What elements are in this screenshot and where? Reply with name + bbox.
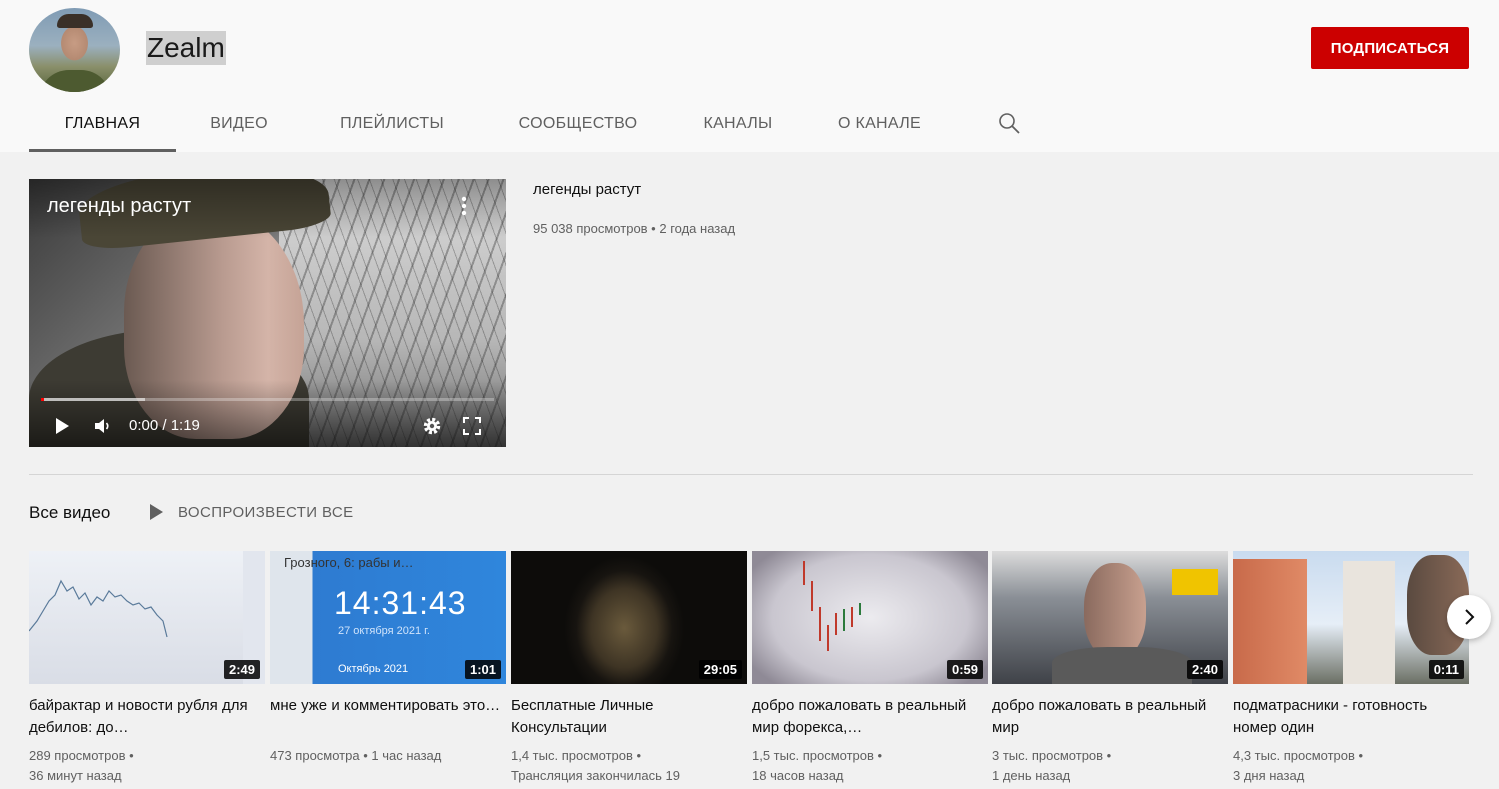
- video-meta: 4,3 тыс. просмотров • 3 дня назад: [1233, 746, 1469, 786]
- video-age: Трансляция закончилась 19: [511, 768, 680, 783]
- video-views: 473 просмотра • 1 час назад: [270, 748, 442, 763]
- video-age: 3 дня назад: [1233, 768, 1305, 783]
- play-all-button[interactable]: ВОСПРОИЗВЕСТИ ВСЕ: [148, 503, 354, 521]
- video-meta: 289 просмотров • 36 минут назад: [29, 746, 265, 786]
- progress-buffered: [41, 398, 146, 401]
- video-card[interactable]: 0:59 добро пожаловать в реальный мир фор…: [752, 551, 988, 786]
- video-thumbnail[interactable]: 2:49: [29, 551, 265, 684]
- video-duration: 0:11: [1428, 660, 1464, 679]
- player-scrim: [29, 179, 506, 447]
- video-duration: 1:01: [464, 660, 501, 679]
- thumb-building-left: [1233, 559, 1307, 684]
- avatar-hair: [57, 14, 93, 28]
- video-thumbnail[interactable]: 0:59: [752, 551, 988, 684]
- video-age: 36 минут назад: [29, 768, 122, 783]
- video-meta: 3 тыс. просмотров • 1 день назад: [992, 746, 1228, 786]
- video-thumbnail[interactable]: Грозного, 6: рабы и… 14:31:43 27 октября…: [270, 551, 506, 684]
- chevron-right-icon: [1465, 609, 1475, 625]
- video-card[interactable]: 0:11 подматрасники - готовность номер од…: [1233, 551, 1469, 786]
- player-progress-bar[interactable]: [41, 398, 494, 401]
- video-duration: 29:05: [698, 660, 742, 679]
- avatar-shirt: [39, 70, 111, 92]
- video-duration: 0:59: [946, 660, 983, 679]
- play-all-label: ВОСПРОИЗВЕСТИ ВСЕ: [178, 503, 354, 521]
- video-views: 289 просмотров •: [29, 748, 134, 763]
- tab-about[interactable]: О КАНАЛЕ: [802, 96, 957, 152]
- shelf-title[interactable]: Все видео: [29, 503, 110, 523]
- progress-played: [41, 398, 44, 401]
- fullscreen-icon[interactable]: [461, 415, 483, 437]
- shelf-next-button[interactable]: [1447, 595, 1491, 639]
- thumb-face: [1084, 563, 1146, 659]
- video-views: 1,4 тыс. просмотров •: [511, 748, 642, 763]
- youtube-channel-page: Zealm ПОДПИСАТЬСЯ ГЛАВНАЯ ВИДЕО ПЛЕЙЛИСТ…: [0, 0, 1499, 789]
- thumb-clock-date: 27 октября 2021 г.: [338, 625, 430, 637]
- video-card[interactable]: 2:49 байрактар и новости рубля для дебил…: [29, 551, 265, 786]
- tab-playlists[interactable]: ПЛЕЙЛИСТЫ: [302, 96, 482, 152]
- video-views: 1,5 тыс. просмотров •: [752, 748, 883, 763]
- video-title[interactable]: байрактар и новости рубля для дебилов: д…: [29, 695, 265, 739]
- video-shelf: 2:49 байрактар и новости рубля для дебил…: [29, 551, 1469, 789]
- volume-icon[interactable]: [91, 415, 113, 437]
- video-duration: 2:49: [223, 660, 260, 679]
- video-title[interactable]: мне уже и комментировать это…: [270, 695, 506, 739]
- video-card[interactable]: Грозного, 6: рабы и… 14:31:43 27 октября…: [270, 551, 506, 766]
- featured-video-meta: 95 038 просмотров • 2 года назад: [533, 221, 736, 236]
- channel-tabs: ГЛАВНАЯ ВИДЕО ПЛЕЙЛИСТЫ СООБЩЕСТВО КАНАЛ…: [29, 96, 957, 152]
- video-title[interactable]: добро пожаловать в реальный мир форекса,…: [752, 695, 988, 739]
- video-meta: 1,4 тыс. просмотров • Трансляция закончи…: [511, 746, 747, 786]
- video-title[interactable]: добро пожаловать в реальный мир: [992, 695, 1228, 739]
- video-thumbnail[interactable]: 2:40: [992, 551, 1228, 684]
- featured-video-player[interactable]: легенды растут 0:00 / 1:19: [29, 179, 506, 447]
- thumb-building-right: [1343, 561, 1395, 684]
- video-card[interactable]: 29:05 Бесплатные Личные Консультации 1,4…: [511, 551, 747, 786]
- video-thumbnail[interactable]: 0:11: [1233, 551, 1469, 684]
- tab-channels[interactable]: КАНАЛЫ: [674, 96, 802, 152]
- video-meta: 473 просмотра • 1 час назад: [270, 746, 506, 766]
- video-meta: 1,5 тыс. просмотров • 18 часов назад: [752, 746, 988, 786]
- subscribe-button[interactable]: ПОДПИСАТЬСЯ: [1311, 27, 1469, 69]
- video-views: 4,3 тыс. просмотров •: [1233, 748, 1364, 763]
- channel-name: Zealm: [146, 31, 226, 65]
- video-age: 1 день назад: [992, 768, 1071, 783]
- video-card[interactable]: 2:40 добро пожаловать в реальный мир 3 т…: [992, 551, 1228, 786]
- play-icon: [150, 504, 163, 520]
- tab-home[interactable]: ГЛАВНАЯ: [29, 96, 176, 152]
- search-icon[interactable]: [997, 111, 1021, 135]
- thumb-clock-time: 14:31:43: [334, 585, 467, 621]
- thumb-clock-header: Грозного, 6: рабы и…: [284, 555, 414, 570]
- video-views: 3 тыс. просмотров •: [992, 748, 1112, 763]
- thumb-jacket: [1052, 647, 1192, 684]
- video-title[interactable]: подматрасники - готовность номер один: [1233, 695, 1469, 739]
- tab-community[interactable]: СООБЩЕСТВО: [482, 96, 674, 152]
- section-divider: [29, 474, 1473, 475]
- player-overlay-title[interactable]: легенды растут: [47, 195, 191, 218]
- featured-video-title[interactable]: легенды растут: [533, 181, 641, 198]
- player-time: 0:00 / 1:19: [129, 417, 200, 434]
- channel-avatar[interactable]: [29, 8, 120, 92]
- thumb-clock-month: Октябрь 2021: [338, 663, 409, 675]
- video-title[interactable]: Бесплатные Личные Консультации: [511, 695, 747, 739]
- channel-header: Zealm ПОДПИСАТЬСЯ ГЛАВНАЯ ВИДЕО ПЛЕЙЛИСТ…: [0, 0, 1499, 152]
- more-vert-icon[interactable]: [459, 195, 469, 217]
- thumb-sign: [1172, 569, 1218, 595]
- video-thumbnail[interactable]: 29:05: [511, 551, 747, 684]
- tab-videos[interactable]: ВИДЕО: [176, 96, 302, 152]
- settings-gear-icon[interactable]: [421, 415, 443, 437]
- play-icon[interactable]: [51, 415, 73, 437]
- video-duration: 2:40: [1186, 660, 1223, 679]
- video-age: 18 часов назад: [752, 768, 844, 783]
